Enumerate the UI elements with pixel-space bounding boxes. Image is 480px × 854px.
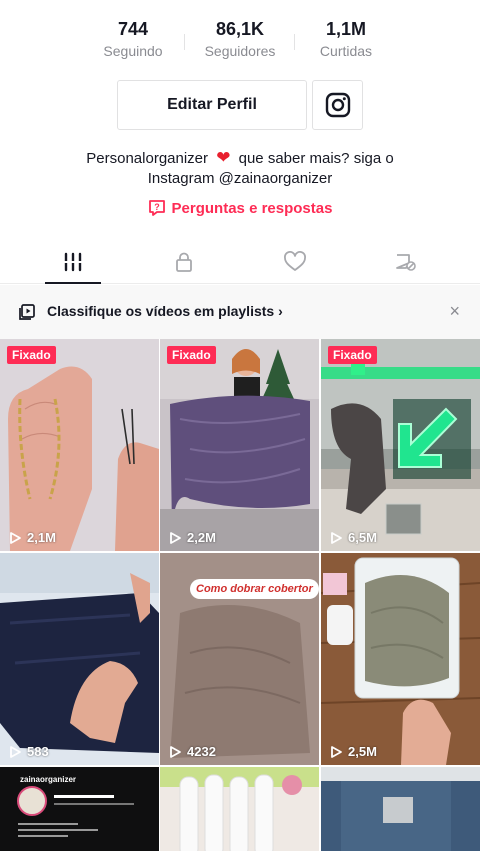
view-count: 2,5M [329,744,377,759]
followers-count: 86,1K [215,19,265,39]
view-count: 4232 [168,744,216,759]
followers-stat[interactable]: 86,1K Seguidores [185,18,295,60]
qa-link[interactable]: ? Perguntas e respostas [0,199,480,217]
pinned-badge: Fixado [328,346,377,364]
qa-label: Perguntas e respostas [171,199,333,217]
bio-text-part1: Personalorganizer [86,150,209,167]
video-thumbnail[interactable]: zainaorganizer [0,767,159,854]
cleaning-thumbnail [321,339,480,551]
lock-icon [176,252,192,272]
hand-bracelet-thumbnail [0,339,159,551]
folding-shirt-thumbnail [0,553,159,765]
bio-text-part2: que saber mais? siga o [238,150,394,167]
container-thumbnail [321,553,480,765]
blanket-thumbnail [160,339,319,551]
profile-stats: 744 Seguindo 86,1K Seguidores 1,1M Curti… [0,18,480,62]
following-label: Seguindo [103,43,163,59]
instagram-icon [325,92,350,118]
edit-profile-button[interactable]: Editar Perfil [117,80,307,130]
video-thumbnail[interactable]: Fixado 2,2M [160,339,319,551]
active-tab-indicator [45,282,101,284]
followers-label: Seguidores [204,43,276,59]
tab-liked[interactable] [265,248,325,276]
bathroom-thumbnail [321,767,480,854]
likes-stat[interactable]: 1,1M Curtidas [291,18,401,60]
following-stat[interactable]: 744 Seguindo [78,18,188,60]
profile-bio: Personalorganizer ❤ que saber mais? siga… [40,148,440,189]
tab-tagged[interactable] [376,248,436,276]
playlist-icon [19,304,35,320]
tab-videos[interactable] [43,248,103,276]
play-icon [10,531,21,544]
heart-icon [284,251,306,271]
view-count: 583 [8,744,49,759]
svg-text:?: ? [154,202,160,212]
play-icon [331,745,342,758]
video-thumbnail[interactable]: Fixado 2,1M [0,339,159,551]
qa-icon: ? [148,200,165,216]
pinned-badge: Fixado [7,346,56,364]
grid-icon [64,252,82,272]
play-icon [170,531,181,544]
playlist-banner-text: Classifique os vídeos em playlists › [47,303,283,319]
red-heart-emoji-icon: ❤ [216,148,231,167]
play-icon [170,745,181,758]
likes-count: 1,1M [325,19,367,39]
profile-tabs [0,240,480,284]
following-count: 744 [117,19,149,39]
tab-private[interactable] [154,248,214,276]
video-thumbnail[interactable]: Como dobrar cobertor 4232 [160,553,319,765]
instagram-button[interactable] [312,80,363,130]
view-count: 2,1M [8,530,56,545]
mini-username: zainaorganizer [20,775,77,784]
video-thumbnail[interactable]: 2,5M [321,553,480,765]
view-count: 6,5M [329,530,377,545]
bio-text-line2: Instagram @zainaorganizer [147,170,333,187]
view-count: 2,2M [168,530,216,545]
chevron-right-icon: › [278,303,283,319]
video-thumbnail[interactable] [160,767,319,854]
video-thumbnail[interactable] [321,767,480,854]
playlist-banner[interactable]: Classifique os vídeos em playlists › × [0,285,480,339]
pinned-badge: Fixado [167,346,216,364]
likes-label: Curtidas [319,43,373,59]
video-thumbnail[interactable]: 583 [0,553,159,765]
candles-thumbnail [160,767,319,854]
play-icon [331,531,342,544]
video-caption: Como dobrar cobertor [190,579,319,599]
video-thumbnail[interactable]: Fixado 6,5M [321,339,480,551]
close-icon[interactable]: × [449,301,460,322]
play-icon [10,745,21,758]
tagged-icon [396,254,416,271]
